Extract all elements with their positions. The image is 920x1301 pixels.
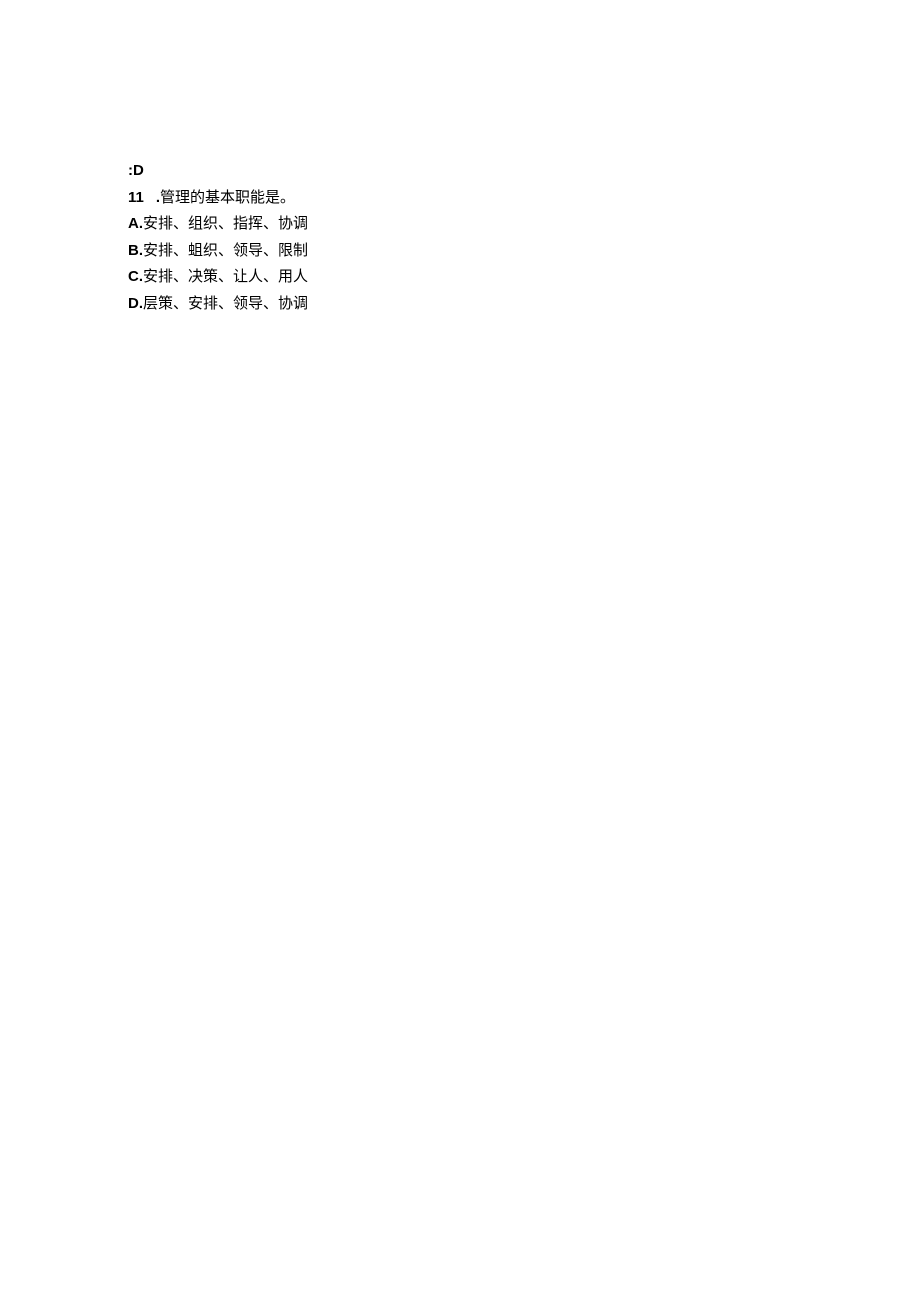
option-c-prefix: C. xyxy=(128,268,143,285)
answer-text: :D xyxy=(128,162,144,179)
question-number: 11 xyxy=(128,189,144,206)
option-a-prefix: A. xyxy=(128,215,143,232)
option-a-text: 安排、组织、指挥、协调 xyxy=(143,215,308,232)
option-b-text: 安排、蛆织、领导、限制 xyxy=(143,242,308,259)
option-b-prefix: B. xyxy=(128,242,143,259)
option-a-line: A.安排、组织、指挥、协调 xyxy=(128,211,920,237)
option-c-line: C.安排、决策、让人、用人 xyxy=(128,264,920,290)
option-d-prefix: D. xyxy=(128,295,143,312)
question-line: 11.管理的基本职能是。 xyxy=(128,185,920,211)
option-d-line: D.层策、安排、领导、协调 xyxy=(128,291,920,317)
option-b-line: B.安排、蛆织、领导、限制 xyxy=(128,238,920,264)
option-d-text: 层策、安排、领导、协调 xyxy=(143,295,308,312)
question-text: 管理的基本职能是。 xyxy=(160,189,295,206)
option-c-text: 安排、决策、让人、用人 xyxy=(143,268,308,285)
answer-line: :D xyxy=(128,158,920,184)
